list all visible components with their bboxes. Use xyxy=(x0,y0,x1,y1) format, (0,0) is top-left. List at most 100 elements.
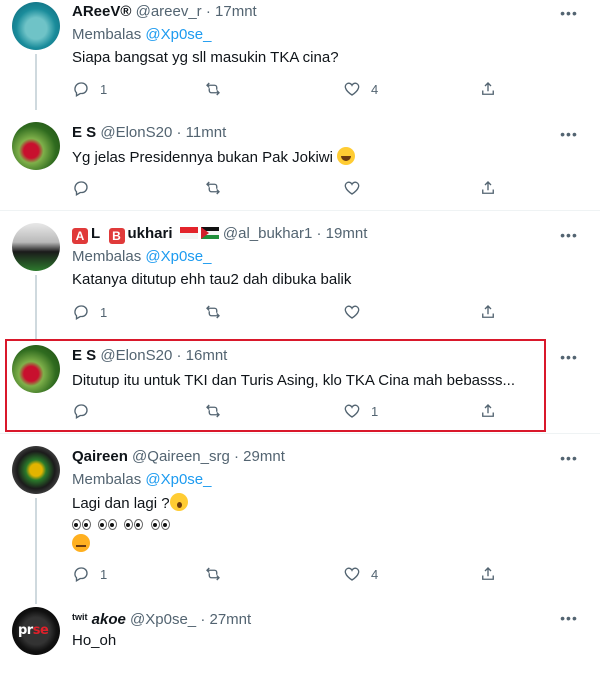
tweet-qaireen[interactable]: Qaireen @Qaireen_srg · 29mnt ••• Membala… xyxy=(0,434,600,604)
surprised-emoji-icon xyxy=(169,493,188,511)
share-icon xyxy=(482,305,494,318)
reply-button[interactable]: 1 xyxy=(72,78,107,100)
share-icon xyxy=(482,181,494,194)
heart-icon xyxy=(344,567,360,581)
like-button[interactable] xyxy=(343,301,361,323)
retweet-button[interactable] xyxy=(204,563,222,585)
reply-button[interactable]: 1 xyxy=(72,563,107,585)
avatar[interactable] xyxy=(12,446,60,494)
tweet-text: Lagi dan lagi ? xyxy=(72,493,188,514)
reply-button[interactable]: 1 xyxy=(72,301,107,323)
like-button[interactable] xyxy=(343,177,361,199)
heart-icon xyxy=(344,82,360,96)
heart-icon xyxy=(344,181,360,195)
handle[interactable]: @al_bukhar1 xyxy=(223,225,312,242)
tweet-al-bukhari[interactable]: AL Bukhari @al_bukhar1 · 19mnt ••• Memba… xyxy=(0,211,600,341)
like-count: 4 xyxy=(371,81,379,97)
reply-count: 1 xyxy=(100,81,108,97)
tweet-es-1[interactable]: E S @ElonS20 · 11mnt ••• Yg jelas Presid… xyxy=(0,110,600,210)
more-icon[interactable]: ••• xyxy=(558,451,580,471)
display-name[interactable]: akoe xyxy=(92,611,126,628)
eyes-emoji-icon xyxy=(72,516,92,536)
tweet-actions xyxy=(72,177,502,199)
reply-count: 1 xyxy=(100,566,108,582)
display-name-prefix[interactable]: twit xyxy=(72,612,88,622)
like-count: 4 xyxy=(371,566,379,582)
reply-count: 1 xyxy=(100,304,108,320)
more-icon[interactable]: ••• xyxy=(558,127,580,147)
avatar[interactable]: prse xyxy=(12,607,60,655)
share-button[interactable] xyxy=(479,301,497,323)
display-name[interactable]: Qaireen xyxy=(72,448,128,465)
more-icon[interactable]: ••• xyxy=(558,350,580,370)
more-icon[interactable]: ••• xyxy=(558,611,580,631)
tweet-areev[interactable]: AReeV® @areev_r · 17mnt ••• Membalas @Xp… xyxy=(0,0,600,110)
reply-icon xyxy=(74,567,88,582)
retweet-button[interactable] xyxy=(204,177,222,199)
handle[interactable]: @Xp0se_ xyxy=(130,611,196,628)
highlight-box xyxy=(5,339,546,432)
retweet-icon xyxy=(206,567,220,581)
thread-line xyxy=(35,498,37,604)
thread-line xyxy=(35,275,37,341)
share-button[interactable] xyxy=(479,563,497,585)
tweet-text: Yg jelas Presidennya bukan Pak Jokiwi xyxy=(72,147,356,168)
reply-to-handle[interactable]: @Xp0se_ xyxy=(145,471,211,488)
timestamp[interactable]: 11mnt xyxy=(186,124,227,141)
more-icon[interactable]: ••• xyxy=(558,6,580,26)
reply-to-handle[interactable]: @Xp0se_ xyxy=(145,26,211,43)
timestamp[interactable]: 19mnt xyxy=(326,225,368,242)
tweet-header: E S @ElonS20 · 11mnt xyxy=(72,124,227,141)
like-button[interactable]: 4 xyxy=(343,563,378,585)
avatar[interactable] xyxy=(12,223,60,271)
retweet-icon xyxy=(206,82,220,96)
display-name[interactable]: AReeV® xyxy=(72,3,131,20)
share-button[interactable] xyxy=(479,78,497,100)
like-button[interactable]: 4 xyxy=(343,78,378,100)
timestamp[interactable]: 27mnt xyxy=(210,611,252,628)
handle[interactable]: @ElonS20 xyxy=(100,124,172,141)
tweet-actions: 1 4 xyxy=(72,78,502,100)
palestine-flag-icon xyxy=(200,227,219,239)
tweet-actions: 1 xyxy=(72,301,502,323)
replying-to: Membalas @Xp0se_ xyxy=(72,26,212,43)
share-icon xyxy=(482,82,494,95)
reply-icon xyxy=(74,305,88,320)
reply-button[interactable] xyxy=(72,177,90,199)
avatar[interactable] xyxy=(12,122,60,170)
tweet-header: AReeV® @areev_r · 17mnt xyxy=(72,3,257,20)
tweet-header: twit akoe @Xp0se_ · 27mnt xyxy=(72,611,252,628)
eyes-emoji-row xyxy=(72,516,173,536)
retweet-button[interactable] xyxy=(204,78,222,100)
retweet-button[interactable] xyxy=(204,301,222,323)
indonesia-flag-icon xyxy=(179,227,198,239)
reply-icon xyxy=(74,181,88,196)
share-icon xyxy=(482,567,494,580)
tweet-header: Qaireen @Qaireen_srg · 29mnt xyxy=(72,448,285,465)
tweet-akoe[interactable]: prse twit akoe @Xp0se_ · 27mnt ••• Ho_oh xyxy=(0,596,600,694)
replying-to: Membalas @Xp0se_ xyxy=(72,248,212,265)
timestamp[interactable]: 29mnt xyxy=(243,448,285,465)
angry-emoji-icon xyxy=(72,534,90,552)
handle[interactable]: @Qaireen_srg xyxy=(132,448,230,465)
avatar[interactable] xyxy=(12,2,60,50)
eyes-emoji-icon xyxy=(98,516,118,536)
handle[interactable]: @areev_r xyxy=(136,3,202,20)
tweet-text: Ho_oh xyxy=(72,632,117,649)
display-name-a[interactable]: A xyxy=(72,228,88,244)
reply-feed: AReeV® @areev_r · 17mnt ••• Membalas @Xp… xyxy=(0,0,600,694)
eyes-emoji-icon xyxy=(124,516,144,536)
laughing-emoji-icon xyxy=(337,147,356,165)
tweet-text: Katanya ditutup ehh tau2 dah dibuka bali… xyxy=(72,271,352,288)
retweet-icon xyxy=(206,181,220,195)
heart-icon xyxy=(344,305,360,319)
share-button[interactable] xyxy=(479,177,497,199)
timestamp[interactable]: 17mnt xyxy=(215,3,257,20)
replying-to: Membalas @Xp0se_ xyxy=(72,471,212,488)
display-name-b[interactable]: B xyxy=(108,228,125,244)
more-icon[interactable]: ••• xyxy=(558,228,580,248)
reply-to-handle[interactable]: @Xp0se_ xyxy=(145,248,211,265)
reply-icon xyxy=(74,82,88,97)
tweet-header: AL Bukhari @al_bukhar1 · 19mnt xyxy=(72,224,367,244)
display-name[interactable]: E S xyxy=(72,124,96,141)
